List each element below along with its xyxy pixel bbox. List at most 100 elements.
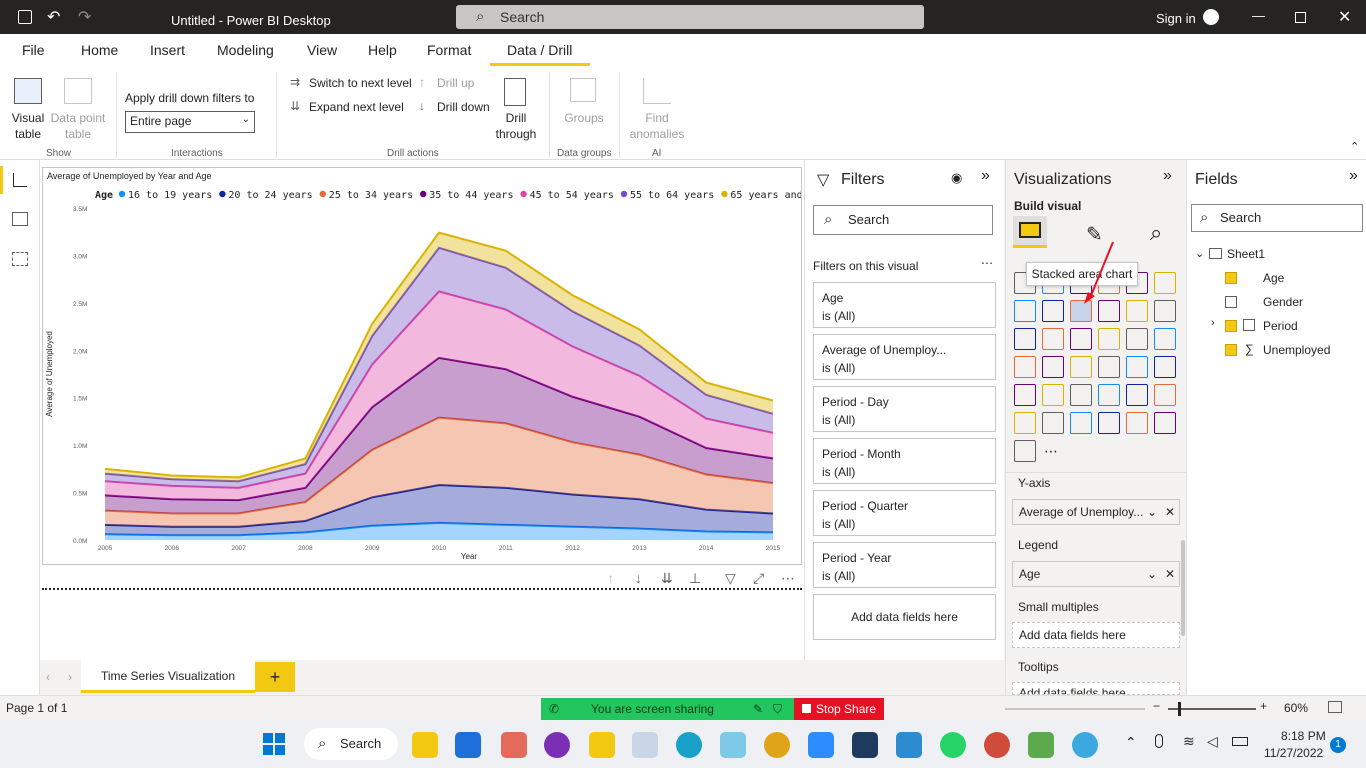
- avatar[interactable]: [1203, 9, 1219, 25]
- field-period[interactable]: Period: [1263, 319, 1298, 333]
- visual-type-icon[interactable]: [1014, 412, 1036, 434]
- paint-icon[interactable]: [1072, 732, 1098, 758]
- more-visuals-icon[interactable]: ⋯: [1044, 443, 1058, 460]
- small-multiples-well[interactable]: Add data fields here: [1012, 622, 1180, 648]
- field-gender[interactable]: Gender: [1263, 295, 1303, 309]
- page-tab-active[interactable]: Time Series Visualization: [81, 660, 255, 693]
- wifi-icon[interactable]: ≋: [1183, 733, 1195, 750]
- next-level-icon[interactable]: ⇊: [661, 570, 673, 587]
- taskbar-search[interactable]: ⌕ Search: [304, 728, 398, 760]
- vscode-terminal-icon[interactable]: [852, 732, 878, 758]
- visual-type-icon[interactable]: [1042, 328, 1064, 350]
- excel-tool-icon[interactable]: [720, 732, 746, 758]
- tab-home[interactable]: Home: [81, 42, 118, 58]
- zoom-icon[interactable]: [808, 732, 834, 758]
- field-unemployed[interactable]: Unemployed: [1263, 343, 1330, 357]
- tab-insert[interactable]: Insert: [150, 42, 185, 58]
- chevron-up-icon[interactable]: ⌃: [1125, 734, 1137, 751]
- zoom-thumb[interactable]: [1178, 702, 1181, 716]
- fit-to-page-icon[interactable]: [1328, 701, 1342, 713]
- model-view-icon[interactable]: [12, 252, 28, 266]
- legend-well[interactable]: Age ⌄ ✕: [1012, 561, 1180, 587]
- drill-down-icon[interactable]: ↓: [635, 570, 642, 586]
- visual-type-icon[interactable]: [1070, 412, 1092, 434]
- y-axis-well[interactable]: Average of Unemploy... ⌄ ✕: [1012, 499, 1180, 525]
- undo-icon[interactable]: ↶: [47, 7, 60, 27]
- whatsapp-icon[interactable]: [940, 732, 966, 758]
- pane-scrollbar[interactable]: [1181, 540, 1185, 636]
- drill-down-button[interactable]: Drill down: [437, 99, 490, 115]
- add-page-button[interactable]: +: [255, 662, 295, 692]
- tab-view[interactable]: View: [307, 42, 337, 58]
- visual-type-icon[interactable]: [1098, 412, 1120, 434]
- visual-type-icon[interactable]: [1014, 328, 1036, 350]
- visual-type-icon[interactable]: [1042, 300, 1064, 322]
- filter-icon[interactable]: ▽: [725, 570, 736, 587]
- filter-card-period-month[interactable]: Period - Month is (All): [813, 438, 996, 484]
- build-visual-tab[interactable]: [1013, 216, 1047, 248]
- zoom-out-icon[interactable]: −: [1153, 699, 1160, 713]
- visual-type-icon[interactable]: [1042, 412, 1064, 434]
- notification-badge[interactable]: 1: [1330, 737, 1346, 753]
- stop-share-button[interactable]: Stop Share: [794, 698, 884, 721]
- add-filter-fields-drop[interactable]: Add data fields here: [813, 594, 996, 640]
- visual-type-icon[interactable]: [1126, 300, 1148, 322]
- visual-type-icon[interactable]: [1070, 384, 1092, 406]
- more-options-icon[interactable]: ⋯: [981, 256, 993, 270]
- chevron-down-icon[interactable]: ⌄: [1147, 500, 1157, 524]
- filter-card-age[interactable]: Age is (All): [813, 282, 996, 328]
- field-checkbox-period[interactable]: [1225, 320, 1237, 332]
- clock-time[interactable]: 8:18 PM: [1281, 729, 1326, 743]
- restore-icon[interactable]: [1295, 12, 1306, 23]
- collapse-pane-icon[interactable]: »: [1349, 167, 1358, 185]
- visual-type-icon[interactable]: [1126, 328, 1148, 350]
- visual-type-icon[interactable]: [1154, 272, 1176, 294]
- filter-card-period-day[interactable]: Period - Day is (All): [813, 386, 996, 432]
- windows-start-icon[interactable]: [263, 733, 285, 755]
- tooltips-well[interactable]: Add data fields here: [1012, 682, 1180, 695]
- visual-type-icon[interactable]: [1098, 356, 1120, 378]
- mic-icon[interactable]: [1155, 734, 1163, 748]
- expand-icon[interactable]: ⊥: [689, 570, 701, 587]
- visual-type-icon[interactable]: [1154, 300, 1176, 322]
- visual-type-icon[interactable]: [1126, 384, 1148, 406]
- notepad-icon[interactable]: [896, 732, 922, 758]
- visual-type-icon[interactable]: [1126, 412, 1148, 434]
- minimize-icon[interactable]: —: [1252, 8, 1265, 23]
- visual-table-button[interactable]: Visual table: [8, 76, 48, 142]
- tab-format[interactable]: Format: [427, 42, 471, 58]
- visual-type-icon[interactable]: [1098, 328, 1120, 350]
- prev-page-icon[interactable]: ‹: [46, 670, 50, 684]
- stacked-area-chart-visual[interactable]: Average of Unemployed by Year and Age Age…: [42, 167, 802, 565]
- analytics-icon[interactable]: ⌕: [1150, 220, 1162, 246]
- table-name[interactable]: Sheet1: [1227, 247, 1265, 261]
- visual-type-icon[interactable]: [1098, 384, 1120, 406]
- tab-file[interactable]: File: [22, 42, 45, 58]
- switch-next-level-button[interactable]: Switch to next level: [309, 75, 412, 91]
- global-search-input[interactable]: ⌕ Search: [456, 5, 924, 29]
- tab-data-drill[interactable]: Data / Drill: [507, 42, 572, 58]
- next-page-icon[interactable]: ›: [68, 670, 72, 684]
- filter-card-unemployed[interactable]: Average of Unemploy... is (All): [813, 334, 996, 380]
- visual-type-icon[interactable]: [1014, 356, 1036, 378]
- visual-type-icon[interactable]: [1014, 384, 1036, 406]
- collapse-pane-icon[interactable]: »: [1163, 167, 1172, 185]
- filters-search-input[interactable]: ⌕ Search: [813, 205, 993, 235]
- tab-modeling[interactable]: Modeling: [217, 42, 274, 58]
- visual-type-icon[interactable]: [1154, 412, 1176, 434]
- collapse-pane-icon[interactable]: »: [981, 167, 990, 185]
- battery-icon[interactable]: [1232, 737, 1248, 746]
- zoom-slider[interactable]: [1168, 702, 1256, 716]
- eye-icon[interactable]: ◉: [951, 170, 962, 186]
- chart-app-icon[interactable]: [632, 732, 658, 758]
- sign-in-link[interactable]: Sign in: [1156, 11, 1196, 26]
- more-options-icon[interactable]: ⋯: [781, 570, 795, 587]
- volume-icon[interactable]: ◁: [1207, 733, 1218, 750]
- file-explorer-icon[interactable]: [412, 732, 438, 758]
- drill-through-button[interactable]: Drill through: [492, 76, 540, 142]
- chrome-profile-icon[interactable]: [984, 732, 1010, 758]
- apply-drill-select[interactable]: Entire page ⌄: [125, 111, 255, 133]
- visual-type-icon[interactable]: [1014, 300, 1036, 322]
- expand-next-level-button[interactable]: Expand next level: [309, 99, 404, 115]
- fields-search-input[interactable]: ⌕ Search: [1191, 204, 1363, 232]
